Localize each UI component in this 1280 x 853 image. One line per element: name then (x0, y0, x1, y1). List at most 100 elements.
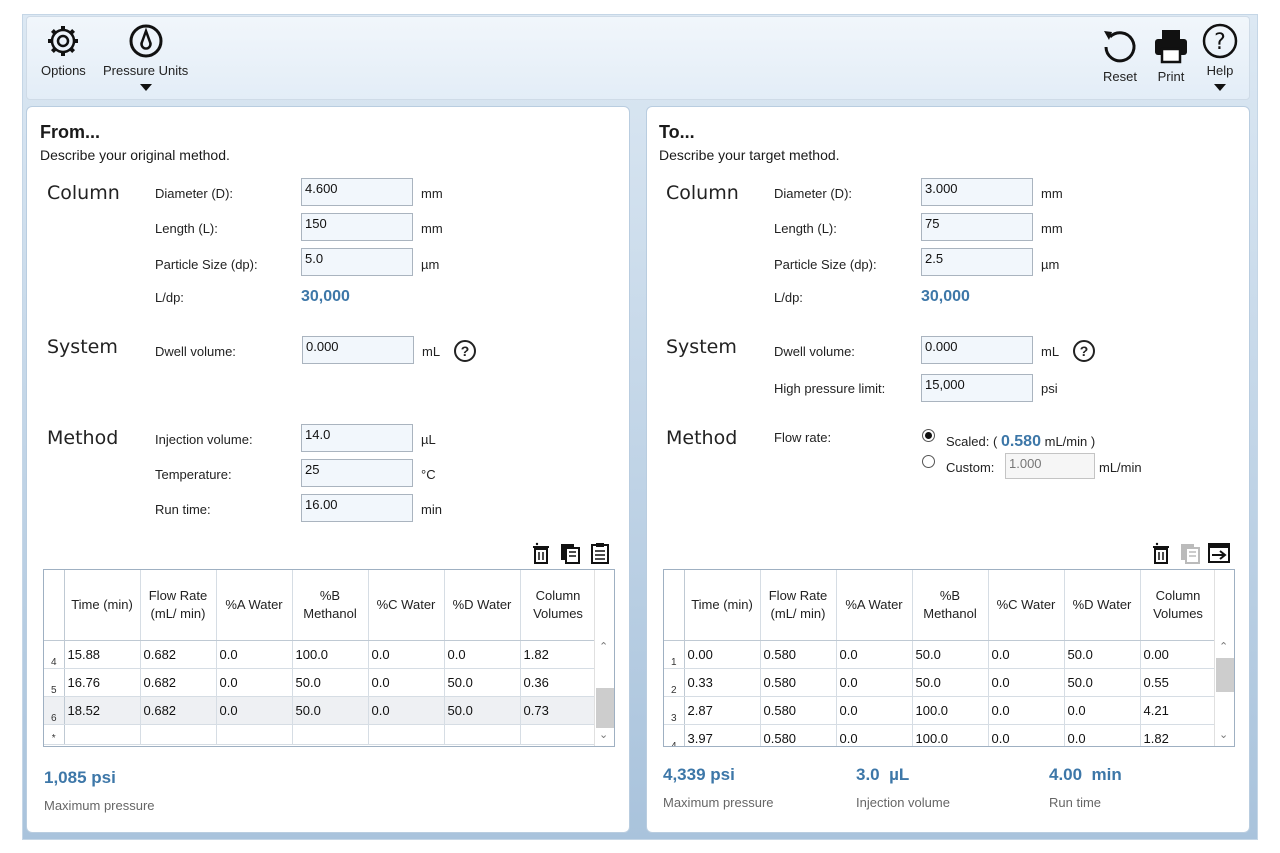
particle-size-input[interactable]: 2.5 (921, 248, 1033, 276)
diameter-input[interactable]: 3.000 (921, 178, 1033, 206)
table-cell[interactable] (216, 724, 293, 745)
table-row-selected[interactable]: 6 18.52 0.682 0.0 50.0 0.0 50.0 0.73 (44, 696, 597, 725)
table-cell[interactable]: 18.52 (64, 696, 141, 725)
to-gradient-table[interactable]: Time (min) Flow Rate (mL/ min) %A Water … (663, 569, 1235, 747)
table-cell[interactable]: 50.0 (444, 696, 521, 725)
table-cell[interactable]: 50.0 (912, 668, 989, 697)
custom-radio[interactable] (922, 455, 935, 468)
table-cell[interactable]: 0.682 (140, 668, 217, 697)
table-cell[interactable]: 50.0 (1064, 668, 1141, 697)
scroll-up-icon[interactable]: ⌃ (599, 640, 608, 653)
scroll-up-icon[interactable]: ⌃ (1219, 640, 1228, 653)
table-row[interactable]: 3 2.87 0.580 0.0 100.0 0.0 0.0 4.21 (664, 696, 1217, 725)
export-icon[interactable] (1208, 542, 1230, 564)
table-cell[interactable]: 0.0 (444, 640, 521, 669)
table-cell[interactable]: 50.0 (1064, 640, 1141, 669)
table-cell[interactable] (64, 724, 141, 745)
scrollbar-thumb[interactable] (596, 688, 614, 728)
length-input[interactable]: 75 (921, 213, 1033, 241)
table-cell[interactable]: 0.580 (760, 640, 837, 669)
table-cell[interactable] (292, 724, 369, 745)
table-cell[interactable]: 50.0 (292, 696, 369, 725)
high-pressure-limit-input[interactable]: 15,000 (921, 374, 1033, 402)
table-cell[interactable]: 0.36 (520, 668, 597, 697)
table-cell[interactable]: 0.0 (988, 724, 1065, 746)
table-cell[interactable]: 0.682 (140, 696, 217, 725)
table-cell[interactable]: 0.0 (836, 668, 913, 697)
from-gradient-table[interactable]: Time (min) Flow Rate (mL/ min) %A Water … (43, 569, 615, 747)
pressure-units-button[interactable]: Pressure Units (103, 23, 188, 91)
vertical-scrollbar[interactable]: ⌃ ⌄ (594, 570, 614, 746)
table-cell[interactable]: 3.97 (684, 724, 761, 746)
table-cell[interactable]: 0.0 (216, 696, 293, 725)
reset-button[interactable]: Reset (1101, 27, 1139, 84)
table-cell[interactable]: 0.33 (684, 668, 761, 697)
table-cell[interactable]: 50.0 (444, 668, 521, 697)
table-cell[interactable]: 15.88 (64, 640, 141, 669)
options-button[interactable]: Options (41, 23, 86, 78)
vertical-scrollbar[interactable]: ⌃ ⌄ (1214, 570, 1234, 746)
table-row[interactable]: 2 0.33 0.580 0.0 50.0 0.0 50.0 0.55 (664, 668, 1217, 697)
injection-volume-input[interactable]: 14.0 (301, 424, 413, 452)
temperature-input[interactable]: 25 (301, 459, 413, 487)
table-cell[interactable]: 0.580 (760, 724, 837, 746)
table-cell[interactable]: 50.0 (292, 668, 369, 697)
table-cell[interactable]: 0.0 (216, 640, 293, 669)
table-cell[interactable]: 50.0 (912, 640, 989, 669)
print-button[interactable]: Print (1152, 27, 1190, 84)
table-cell[interactable] (444, 724, 521, 745)
dwell-help-icon[interactable]: ? (454, 340, 476, 362)
table-cell[interactable] (140, 724, 217, 745)
table-cell[interactable]: 0.580 (760, 696, 837, 725)
copy-icon[interactable] (559, 542, 581, 564)
scaled-option[interactable]: Scaled: ( 0.580 mL/min ) (946, 433, 1095, 451)
table-cell[interactable]: 0.0 (836, 696, 913, 725)
dwell-help-icon[interactable]: ? (1073, 340, 1095, 362)
dwell-volume-input[interactable]: 0.000 (921, 336, 1033, 364)
table-cell[interactable]: 0.00 (1140, 640, 1217, 669)
scrollbar-thumb[interactable] (1216, 658, 1234, 692)
help-button[interactable]: ? Help (1201, 23, 1239, 91)
scaled-radio[interactable] (922, 429, 935, 442)
scroll-down-icon[interactable]: ⌄ (599, 728, 608, 741)
table-cell[interactable]: 16.76 (64, 668, 141, 697)
table-cell[interactable]: 0.682 (140, 640, 217, 669)
table-cell[interactable]: 0.0 (368, 640, 445, 669)
paste-icon[interactable] (589, 542, 611, 564)
length-input[interactable]: 150 (301, 213, 413, 241)
table-row[interactable]: 5 16.76 0.682 0.0 50.0 0.0 50.0 0.36 (44, 668, 597, 697)
clear-icon[interactable] (1150, 542, 1172, 564)
custom-flow-input[interactable]: 1.000 (1005, 453, 1095, 479)
run-time-input[interactable]: 16.00 (301, 494, 413, 522)
table-cell[interactable] (520, 724, 597, 745)
table-cell[interactable]: 0.0 (988, 668, 1065, 697)
table-cell[interactable]: 0.0 (368, 696, 445, 725)
new-row[interactable]: * (44, 724, 597, 745)
table-row[interactable]: 1 0.00 0.580 0.0 50.0 0.0 50.0 0.00 (664, 640, 1217, 669)
table-cell[interactable]: 0.73 (520, 696, 597, 725)
table-cell[interactable]: 0.0 (216, 668, 293, 697)
clear-icon[interactable] (530, 542, 552, 564)
table-cell[interactable]: 1.82 (1140, 724, 1217, 746)
diameter-input[interactable]: 4.600 (301, 178, 413, 206)
table-cell[interactable]: 100.0 (912, 696, 989, 725)
table-cell[interactable]: 1.82 (520, 640, 597, 669)
table-cell[interactable]: 0.0 (988, 640, 1065, 669)
table-cell[interactable]: 0.55 (1140, 668, 1217, 697)
dwell-volume-input[interactable]: 0.000 (302, 336, 414, 364)
scroll-down-icon[interactable]: ⌄ (1219, 728, 1228, 741)
table-cell[interactable]: 0.0 (1064, 724, 1141, 746)
table-cell[interactable]: 2.87 (684, 696, 761, 725)
table-cell[interactable]: 100.0 (912, 724, 989, 746)
table-cell[interactable]: 0.580 (760, 668, 837, 697)
table-cell[interactable] (368, 724, 445, 745)
table-row[interactable]: 4 3.97 0.580 0.0 100.0 0.0 0.0 1.82 (664, 724, 1217, 746)
table-cell[interactable]: 0.0 (1064, 696, 1141, 725)
table-cell[interactable]: 4.21 (1140, 696, 1217, 725)
particle-size-input[interactable]: 5.0 (301, 248, 413, 276)
table-cell[interactable]: 0.0 (836, 724, 913, 746)
table-cell[interactable]: 0.00 (684, 640, 761, 669)
table-cell[interactable]: 100.0 (292, 640, 369, 669)
table-cell[interactable]: 0.0 (988, 696, 1065, 725)
table-row[interactable]: 4 15.88 0.682 0.0 100.0 0.0 0.0 1.82 (44, 640, 597, 669)
